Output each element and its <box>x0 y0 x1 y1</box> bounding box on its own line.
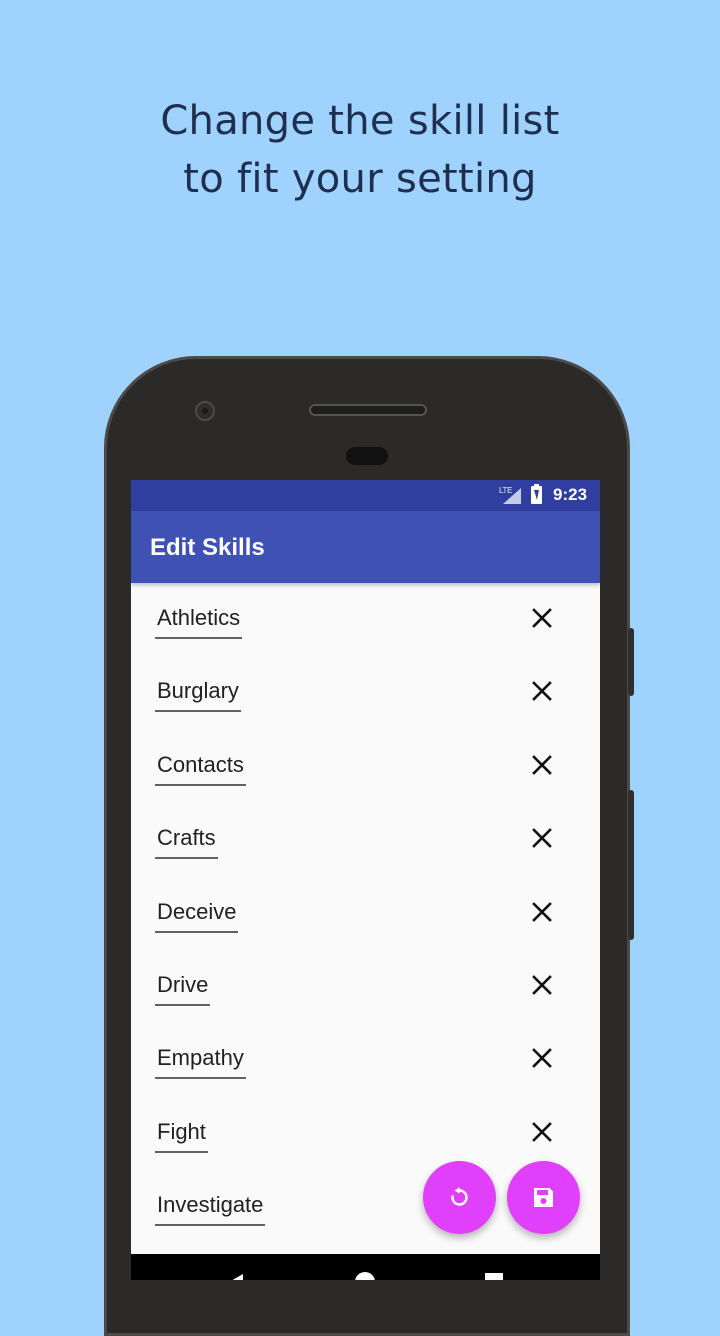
remove-skill-button[interactable] <box>529 825 555 851</box>
home-icon[interactable] <box>355 1272 375 1280</box>
close-icon <box>532 901 552 922</box>
battery-icon <box>531 484 542 504</box>
page-title: Edit Skills <box>150 534 265 561</box>
remove-skill-button[interactable] <box>529 899 555 925</box>
android-nav-bar <box>131 1254 600 1280</box>
skill-name-field[interactable]: Fight <box>155 1119 208 1153</box>
remove-skill-button[interactable] <box>529 605 555 631</box>
phone-screen: LTE 9:23 Edit Skills Athletics Burglary <box>131 480 600 1280</box>
phone-side-button <box>628 628 634 696</box>
skill-row: Empathy <box>131 1023 600 1096</box>
remove-skill-button[interactable] <box>529 972 555 998</box>
back-icon[interactable] <box>229 1274 243 1280</box>
promo-headline: Change the skill list to fit your settin… <box>0 92 720 208</box>
skill-name-field[interactable]: Deceive <box>155 899 239 933</box>
skill-row: Drive <box>131 950 600 1023</box>
skill-name-field[interactable]: Drive <box>155 972 211 1006</box>
skill-list: Athletics Burglary Contacts Crafts Decei… <box>131 583 600 1244</box>
close-icon <box>532 1121 552 1142</box>
skill-row: Fight <box>131 1097 600 1170</box>
phone-speaker <box>309 404 427 416</box>
save-fab-button[interactable] <box>507 1161 580 1234</box>
close-icon <box>532 754 552 775</box>
skill-name-field[interactable]: Empathy <box>155 1045 246 1080</box>
remove-skill-button[interactable] <box>529 678 555 704</box>
recent-apps-icon[interactable] <box>485 1273 503 1280</box>
remove-skill-button[interactable] <box>529 1119 555 1145</box>
status-time: 9:23 <box>553 485 588 504</box>
status-bar: LTE 9:23 <box>131 480 600 511</box>
remove-skill-button[interactable] <box>529 1045 555 1071</box>
save-icon <box>534 1188 553 1207</box>
skill-row: Deceive <box>131 877 600 950</box>
close-icon <box>532 608 552 628</box>
phone-volume-button <box>628 790 634 940</box>
skill-row: Crafts <box>131 803 600 876</box>
signal-icon <box>503 488 521 504</box>
skill-row: Burglary <box>131 656 600 729</box>
remove-skill-button[interactable] <box>529 752 555 778</box>
phone-sensor <box>346 447 388 465</box>
skill-row: Contacts <box>131 730 600 803</box>
skill-name-field[interactable]: Athletics <box>155 605 243 639</box>
close-icon <box>532 975 552 995</box>
skill-name-field[interactable]: Burglary <box>155 678 241 713</box>
close-icon <box>532 1048 552 1069</box>
close-icon <box>532 828 552 849</box>
close-icon <box>532 681 552 702</box>
reset-fab-button[interactable] <box>423 1161 496 1234</box>
skill-row: Athletics <box>131 583 600 656</box>
skill-name-field[interactable]: Investigate <box>155 1192 266 1227</box>
skill-name-field[interactable]: Contacts <box>155 752 246 786</box>
front-camera <box>195 401 215 421</box>
skill-name-field[interactable]: Crafts <box>155 825 218 860</box>
promo-line-2: to fit your setting <box>183 156 537 202</box>
reset-icon <box>451 1187 468 1206</box>
app-bar: Edit Skills <box>131 511 600 583</box>
promo-line-1: Change the skill list <box>160 98 560 144</box>
